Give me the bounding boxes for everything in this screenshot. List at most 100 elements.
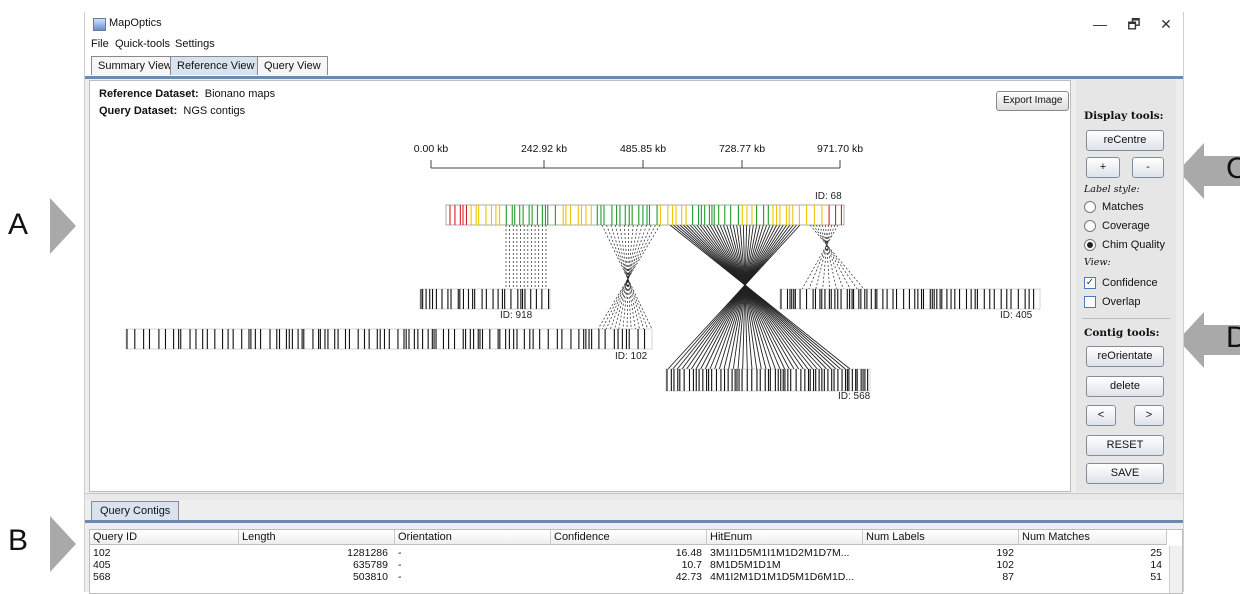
ruler-tick-label: 971.70 kb [817,143,863,155]
scale-ruler: 0.00 kb 242.92 kb 485.85 kb 728.77 kb 97… [414,143,863,169]
panel-splitter[interactable] [85,493,1183,500]
alignment-line-405 [815,224,851,290]
tools-panel: Display tools: reCentre + - Label style:… [1076,80,1176,492]
reorientate-button[interactable]: reOrientate [1086,346,1164,367]
reference-view-canvas[interactable]: Reference Dataset: Bionano maps Query Da… [89,80,1071,492]
close-icon[interactable]: ✕ [1151,14,1181,34]
view-confidence-checkbox[interactable]: ✓ Confidence [1084,277,1158,289]
view-heading: View: [1084,257,1111,268]
tab-summary-view[interactable]: Summary View [91,56,179,75]
table-row-cell[interactable]: 51 [1019,572,1162,583]
table-row-cell[interactable]: 568 [93,572,111,583]
column-header-length[interactable]: Length [239,530,395,545]
option-label: Confidence [1102,277,1158,289]
reference-map-68 [445,204,845,226]
ruler-tick-label: 0.00 kb [414,143,449,155]
table-scrollbar[interactable] [1169,546,1182,593]
ruler-tick-label: 242.92 kb [521,143,567,155]
save-button[interactable]: SAVE [1086,463,1164,484]
table-row-cell[interactable]: - [398,572,402,583]
previous-contig-button[interactable]: < [1086,405,1116,426]
zoom-out-button[interactable]: - [1132,157,1164,178]
column-header-orientation[interactable]: Orientation [395,530,551,545]
java-app-icon [93,18,106,31]
delete-button[interactable]: delete [1086,376,1164,397]
divider [1082,318,1170,319]
checkbox-checked-icon[interactable]: ✓ [1084,277,1096,289]
tab-underline [85,520,1183,523]
annotation-label-c: C [1226,152,1240,185]
next-contig-button[interactable]: > [1134,405,1164,426]
table-row-cell[interactable]: 102 [93,548,111,559]
ruler-tick-label: 485.85 kb [620,143,666,155]
column-header-hitenum[interactable]: HitEnum [707,530,863,545]
view-tabs: Summary View Reference View Query View [85,54,1183,79]
alignment-line-405 [801,224,839,290]
table-row-cell[interactable]: - [398,560,402,571]
contig-id-102: ID: 102 [615,351,648,362]
column-header-query-id[interactable]: Query ID [90,530,239,545]
table-row-cell[interactable]: 16.48 [551,548,702,559]
table-row-cell[interactable]: 8M1D5M1D1M [710,560,781,571]
annotation-label-b: B [8,524,29,557]
annotation-arrow-a [50,198,76,254]
recentre-button[interactable]: reCentre [1086,130,1164,151]
query-contigs-table: Query ID Length Orientation Confidence H… [89,529,1183,594]
zoom-in-button[interactable]: + [1086,157,1120,178]
table-row-cell[interactable]: 102 [863,560,1014,571]
table-row-cell[interactable]: 10.7 [551,560,702,571]
menu-quick-tools[interactable]: Quick-tools [115,38,170,50]
reset-button[interactable]: RESET [1086,435,1164,456]
column-header-num-labels[interactable]: Num Labels [863,530,1019,545]
minimize-icon[interactable]: — [1085,14,1115,34]
column-header-num-matches[interactable]: Num Matches [1019,530,1167,545]
radio-icon[interactable] [1084,220,1096,232]
alignment-plot: 0.00 kb 242.92 kb 485.85 kb 728.77 kb 97… [125,143,1041,402]
table-row-cell[interactable]: 503810 [239,572,388,583]
tab-query-view[interactable]: Query View [257,56,328,75]
contig-tools-heading: Contig tools: [1084,327,1160,339]
table-row-cell[interactable]: 3M1I1D5M1I1M1D2M1D7M... [710,548,849,559]
table-row-cell[interactable]: 192 [863,548,1014,559]
table-row-cell[interactable]: 405 [93,560,111,571]
tab-reference-view[interactable]: Reference View [170,56,262,75]
contig-id-68: ID: 68 [815,191,842,202]
menu-settings[interactable]: Settings [175,38,215,50]
table-row-cell[interactable]: 4M1I2M1D1M1D5M1D6M1D... [710,572,854,583]
app-window: MapOptics — 🗗 ✕ File Quick-tools Setting… [84,12,1184,594]
label-style-matches[interactable]: Matches [1084,201,1144,213]
menu-file[interactable]: File [91,38,109,50]
title-bar: MapOptics — 🗗 ✕ [85,12,1183,36]
contig-id-918: ID: 918 [500,310,533,321]
menu-bar: File Quick-tools Settings [85,36,1183,54]
radio-icon[interactable] [1084,201,1096,213]
label-style-heading: Label style: [1084,184,1140,195]
option-label: Chim Quality [1102,239,1165,251]
alignment-line-405 [808,224,836,290]
checkbox-icon[interactable] [1084,296,1096,308]
contig-id-568: ID: 568 [838,391,871,402]
option-label: Overlap [1102,296,1141,308]
annotation-label-a: A [8,208,29,241]
option-label: Matches [1102,201,1144,213]
table-row-cell[interactable]: 1281286 [239,548,388,559]
label-style-chim-quality[interactable]: Chim Quality [1084,239,1165,251]
alignment-line-102 [597,224,661,330]
annotation-arrow-b [50,516,76,572]
alignment-line-405 [819,224,844,290]
table-row-cell[interactable]: 87 [863,572,1014,583]
table-row-cell[interactable]: 14 [1019,560,1162,571]
view-overlap-checkbox[interactable]: Overlap [1084,296,1141,308]
tab-query-contigs[interactable]: Query Contigs [91,501,180,521]
radio-selected-icon[interactable] [1084,239,1096,251]
table-row-cell[interactable]: 42.73 [551,572,702,583]
maximize-icon[interactable]: 🗗 [1119,14,1149,34]
column-header-confidence[interactable]: Confidence [551,530,707,545]
contig-id-405: ID: 405 [1000,310,1033,321]
label-style-coverage[interactable]: Coverage [1084,220,1150,232]
ruler-tick-label: 728.77 kb [719,143,765,155]
table-row-cell[interactable]: - [398,548,402,559]
contig-maps [125,204,1041,392]
table-row-cell[interactable]: 635789 [239,560,388,571]
table-row-cell[interactable]: 25 [1019,548,1162,559]
